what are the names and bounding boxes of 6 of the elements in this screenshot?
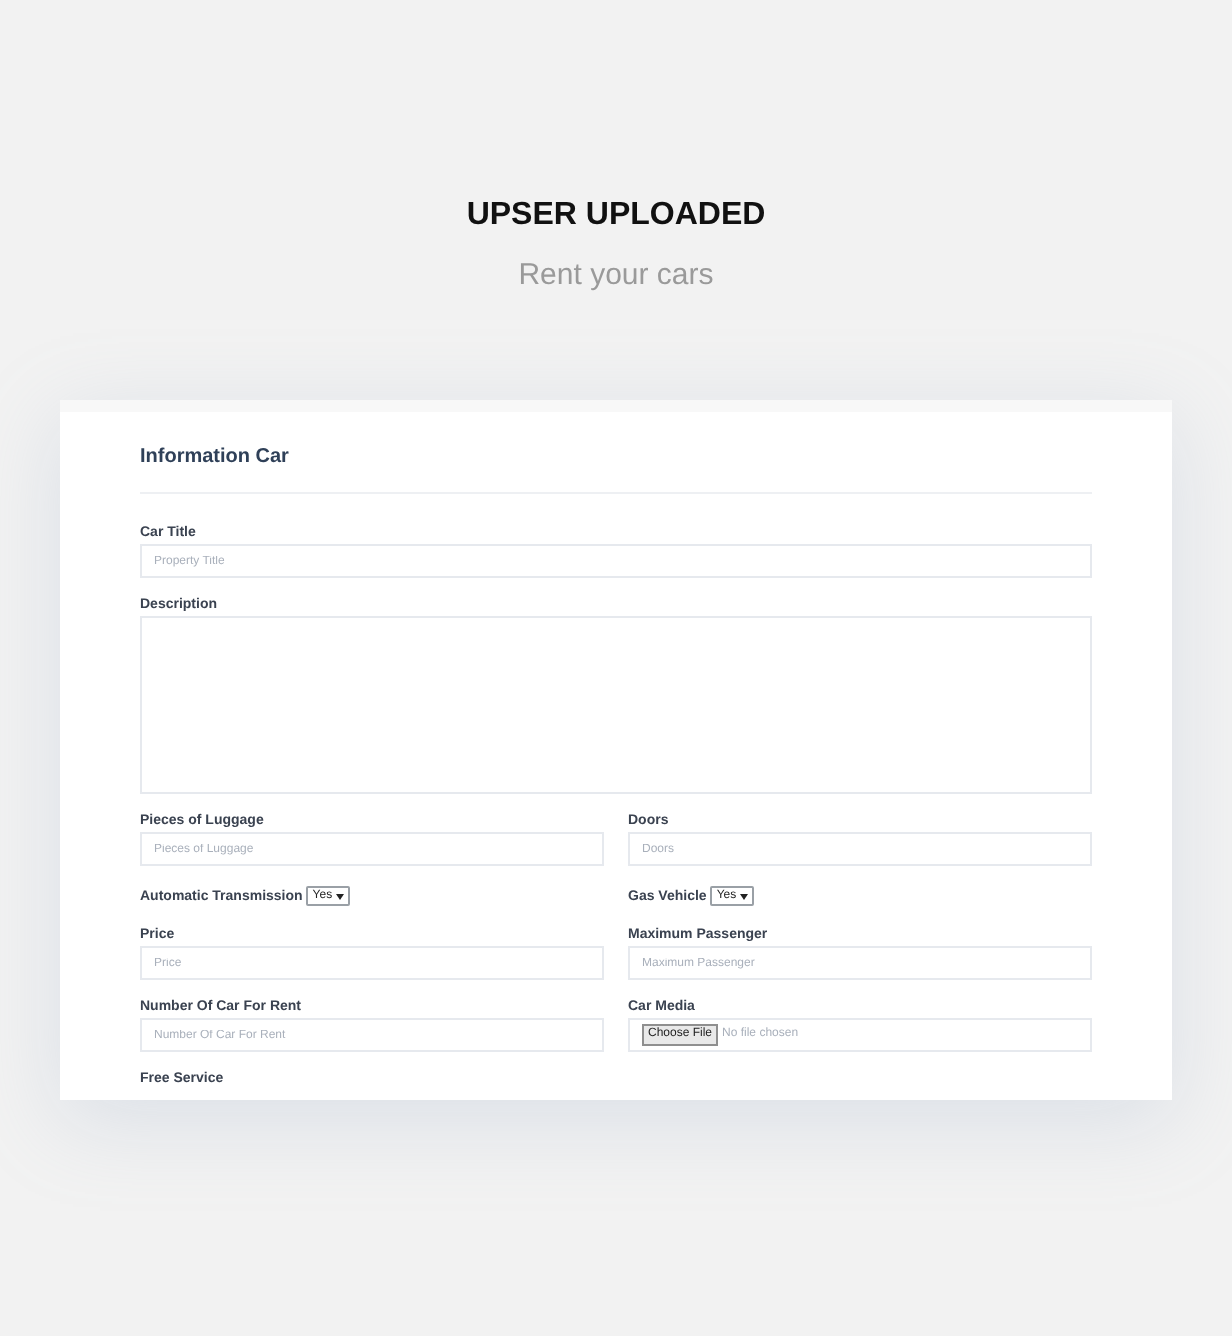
- page-subtitle: Rent your cars: [518, 256, 714, 296]
- page-title: UPSER UPLOADED: [466, 196, 766, 236]
- caret-icon: [740, 893, 749, 899]
- description-field[interactable]: [140, 616, 1092, 794]
- form-title: Information Car: [140, 444, 291, 472]
- caret-icon: [336, 893, 345, 899]
